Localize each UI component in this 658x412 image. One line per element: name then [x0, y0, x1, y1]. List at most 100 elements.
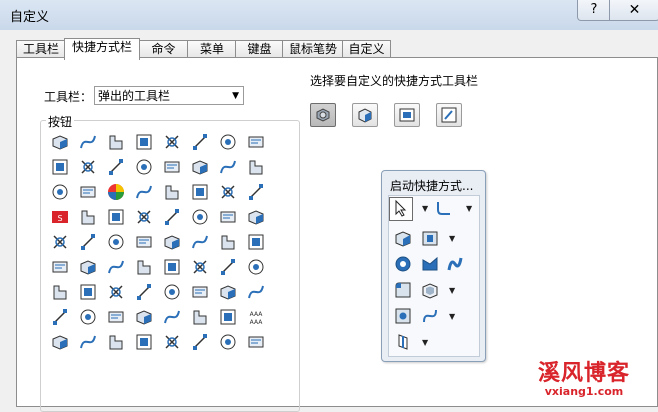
loft-shortcut[interactable]: [445, 254, 465, 274]
fillet-dropdown[interactable]: ▼: [466, 204, 472, 213]
sweep-shortcut[interactable]: [420, 254, 440, 274]
settings-gear-button[interactable]: [190, 232, 210, 252]
sheet-button[interactable]: [134, 332, 154, 352]
building-button[interactable]: [246, 332, 266, 352]
crosshair-button[interactable]: [246, 132, 266, 152]
spline-curve-button[interactable]: [190, 257, 210, 277]
fillet-shortcut[interactable]: [393, 280, 413, 300]
arc-slot-button[interactable]: [134, 257, 154, 277]
toolbar-select[interactable]: 弹出的工具栏 ▼: [94, 86, 244, 105]
assembly-view-button[interactable]: [106, 307, 126, 327]
shell-shortcut[interactable]: [420, 280, 440, 300]
bom-table-button[interactable]: [134, 157, 154, 177]
tab-customization[interactable]: 自定义: [342, 40, 391, 58]
cut-extrude-button[interactable]: [78, 182, 98, 202]
file-i-button[interactable]: [218, 157, 238, 177]
assembly-tree-button[interactable]: [50, 307, 70, 327]
rotate-arrows-button[interactable]: [162, 207, 182, 227]
text-angle-button[interactable]: [106, 132, 126, 152]
tab-shortcut-bars[interactable]: 快捷方式栏: [64, 38, 140, 60]
chamfer-corner-button[interactable]: [218, 232, 238, 252]
new-doc-button[interactable]: [106, 232, 126, 252]
insert-note-button[interactable]: [162, 132, 182, 152]
spline-shortcut[interactable]: [420, 306, 440, 326]
part-tree-button[interactable]: [134, 207, 154, 227]
globe-button[interactable]: [50, 232, 70, 252]
cube-button[interactable]: [106, 157, 126, 177]
extrude-cut-shortcut[interactable]: [420, 228, 440, 248]
extrude-dropdown[interactable]: ▼: [449, 234, 455, 243]
assembly-add-button[interactable]: [78, 307, 98, 327]
table-grid-button[interactable]: [190, 207, 210, 227]
assembly-shortcut-button[interactable]: [352, 103, 378, 127]
save-button[interactable]: [106, 207, 126, 227]
box-button[interactable]: [246, 257, 266, 277]
plane-shortcut[interactable]: [393, 332, 413, 352]
drawing-shortcut-button[interactable]: [394, 103, 420, 127]
magnifier-button[interactable]: [246, 207, 266, 227]
table-tree-button[interactable]: [134, 307, 154, 327]
tab-commands[interactable]: 命令: [138, 40, 189, 58]
move-component-button[interactable]: [50, 132, 70, 152]
move-arrow-button[interactable]: [78, 282, 98, 302]
sketch-fillet-shortcut[interactable]: [434, 198, 454, 218]
hole-button[interactable]: [106, 332, 126, 352]
tab-toolbars[interactable]: 工具栏: [16, 40, 66, 58]
measure-button[interactable]: [218, 132, 238, 152]
circle-button[interactable]: [106, 257, 126, 277]
monitor-button[interactable]: [50, 332, 70, 352]
cube-blue-button[interactable]: [190, 332, 210, 352]
ellipse-button[interactable]: [162, 257, 182, 277]
extrude-boss-shortcut[interactable]: [393, 228, 413, 248]
hatch-button[interactable]: [190, 157, 210, 177]
dimension-button[interactable]: [50, 157, 70, 177]
help-button[interactable]: ?: [577, 0, 611, 21]
hole-wizard-shortcut[interactable]: [393, 306, 413, 326]
curve-button[interactable]: [78, 207, 98, 227]
cube-edit-button[interactable]: [246, 282, 266, 302]
print-button[interactable]: [162, 232, 182, 252]
cylinder-button[interactable]: [190, 307, 210, 327]
filter-button[interactable]: [162, 182, 182, 202]
arrow-hand-button[interactable]: [162, 282, 182, 302]
sketch-shortcut-button[interactable]: [436, 103, 462, 127]
fillet-shell-dropdown[interactable]: ▼: [449, 286, 455, 295]
window-tab-button[interactable]: [134, 182, 154, 202]
select-dropdown[interactable]: ▼: [422, 204, 428, 213]
spline-button[interactable]: [190, 132, 210, 152]
mate-check-button[interactable]: [78, 332, 98, 352]
frame-button[interactable]: [218, 282, 238, 302]
align-button[interactable]: [78, 132, 98, 152]
extruded-boss-button[interactable]: [134, 132, 154, 152]
slot-button[interactable]: [50, 257, 70, 277]
color-wheel-button[interactable]: [106, 182, 126, 202]
shell-button[interactable]: [190, 282, 210, 302]
select-button[interactable]: [389, 197, 413, 221]
sketch-fillet-button[interactable]: [246, 182, 266, 202]
tab-menus[interactable]: 菜单: [187, 40, 237, 58]
decal-button[interactable]: [78, 232, 98, 252]
plane-dropdown[interactable]: ▼: [422, 338, 428, 347]
mate-button[interactable]: [50, 282, 70, 302]
flatten-button[interactable]: [218, 182, 238, 202]
line-button[interactable]: [246, 232, 266, 252]
open-folder-button[interactable]: [134, 232, 154, 252]
weld-button[interactable]: [162, 332, 182, 352]
aaa-text-button[interactable]: AAA AAA: [246, 307, 266, 327]
tab-mouse-gestures[interactable]: 鼠标笔势: [282, 40, 344, 58]
eye-button[interactable]: [134, 282, 154, 302]
tree-structure-button[interactable]: [106, 282, 126, 302]
corner-arc-button[interactable]: [218, 257, 238, 277]
perspective-plane-button[interactable]: [162, 157, 182, 177]
straight-slot-button[interactable]: [78, 257, 98, 277]
revolve-shortcut[interactable]: [393, 254, 413, 274]
pin-cube-button[interactable]: [218, 332, 238, 352]
close-button[interactable]: ✕: [609, 0, 658, 21]
hole-dropdown[interactable]: ▼: [449, 312, 455, 321]
target-button[interactable]: [50, 182, 70, 202]
blue-cube-button[interactable]: [246, 157, 266, 177]
toolbox-button[interactable]: [218, 207, 238, 227]
part-shortcut-button[interactable]: [310, 103, 336, 127]
gear-hand-button[interactable]: [78, 157, 98, 177]
blank-panel-button[interactable]: [190, 182, 210, 202]
